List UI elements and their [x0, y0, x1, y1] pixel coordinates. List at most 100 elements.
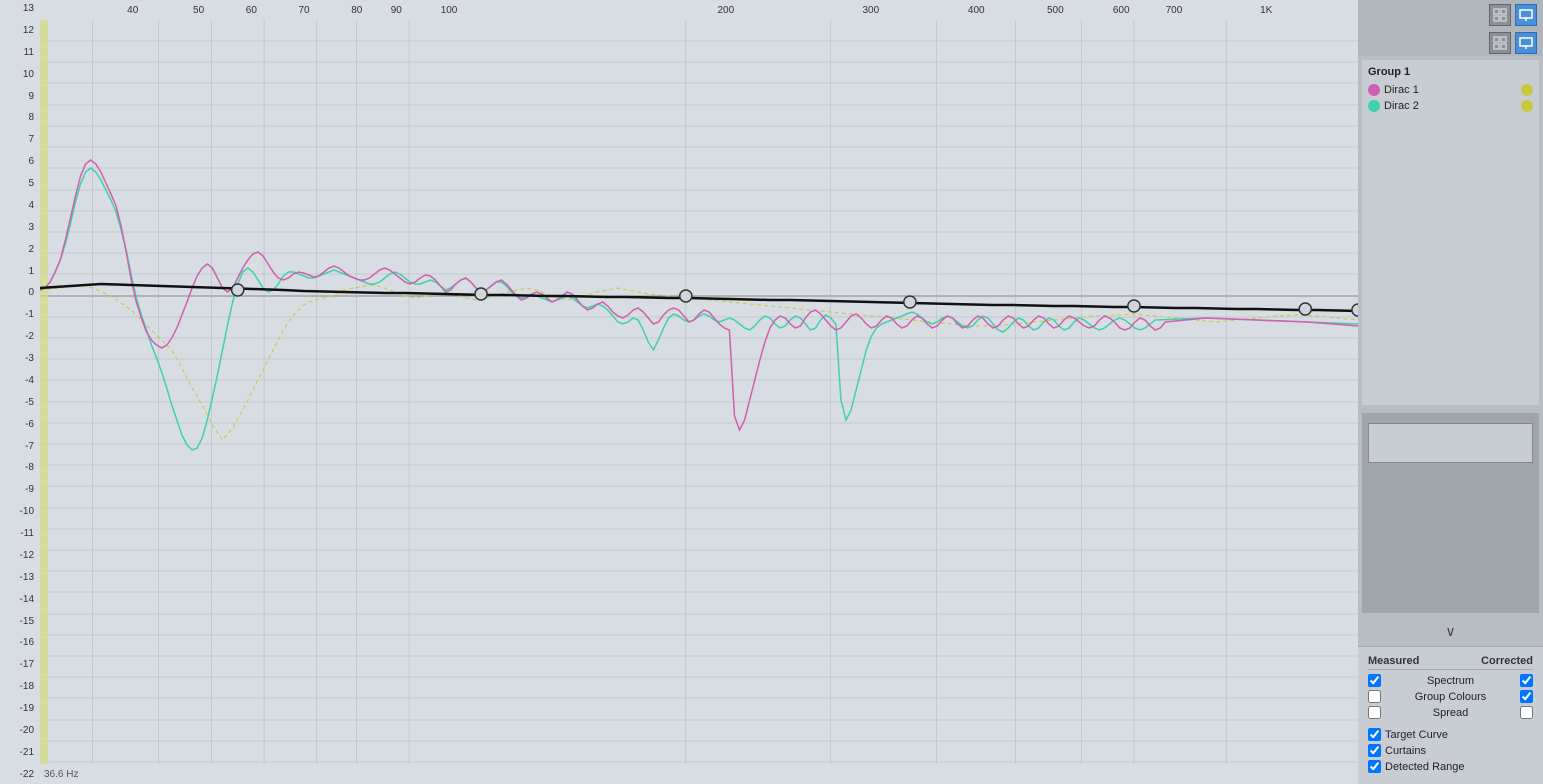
- target-node-6[interactable]: [1299, 303, 1311, 315]
- sidebar: Group 1 Dirac 1 Dirac 2 ∨ Measured Corre…: [1358, 0, 1543, 784]
- group-colours-row: Group Colours: [1368, 690, 1533, 703]
- group-colours-label: Group Colours: [1385, 691, 1516, 703]
- y-label: -6: [2, 420, 38, 430]
- y-label: -8: [2, 463, 38, 473]
- y-label: -1: [2, 310, 38, 320]
- spread-measured-checkbox[interactable]: [1368, 706, 1381, 719]
- y-label: -16: [2, 638, 38, 648]
- collapse-button[interactable]: ∨: [1358, 617, 1543, 646]
- y-label: 2: [2, 245, 38, 255]
- x-label-500: 500: [1047, 5, 1064, 16]
- y-label: 5: [2, 179, 38, 189]
- grid-icon: [1493, 8, 1507, 22]
- second-icon-btn-2[interactable]: [1515, 32, 1537, 54]
- y-label: 12: [2, 26, 38, 36]
- monitor-icon-2: [1519, 36, 1533, 50]
- x-label-50: 50: [193, 5, 204, 16]
- y-label: -12: [2, 551, 38, 561]
- y-label-zero: 0: [2, 288, 38, 298]
- x-label-60: 60: [246, 5, 257, 16]
- x-label-90: 90: [391, 5, 402, 16]
- y-label: -18: [2, 682, 38, 692]
- y-label: 4: [2, 201, 38, 211]
- y-label: -3: [2, 354, 38, 364]
- x-axis: 40 50 60 70 80 90 100 200 300 400 500 60…: [40, 0, 1358, 20]
- target-node-5[interactable]: [1128, 300, 1140, 312]
- curtains-row: Curtains: [1368, 744, 1533, 757]
- curtains-checkbox[interactable]: [1368, 744, 1381, 757]
- measured-label: Measured: [1368, 655, 1419, 667]
- y-axis: 13 12 11 10 9 8 7 6 5 4 3 2 1 0 -1 -2 -3…: [0, 0, 40, 784]
- grid-icon-2: [1493, 36, 1507, 50]
- bottom-panel: Measured Corrected Spectrum Group Colour…: [1358, 646, 1543, 784]
- group-colours-measured-checkbox[interactable]: [1368, 690, 1381, 703]
- spread-corrected-checkbox[interactable]: [1520, 706, 1533, 719]
- channel-end-dot-1: [1521, 84, 1533, 96]
- x-label-80: 80: [351, 5, 362, 16]
- detected-range-label: Detected Range: [1385, 761, 1533, 773]
- y-label: 13: [2, 4, 38, 14]
- x-label-300: 300: [862, 5, 879, 16]
- x-label-400: 400: [968, 5, 985, 16]
- y-label: -21: [2, 748, 38, 758]
- x-label-40: 40: [127, 5, 138, 16]
- spectrum-label: Spectrum: [1385, 675, 1516, 687]
- corrected-label: Corrected: [1481, 655, 1533, 667]
- frequency-chart[interactable]: [40, 20, 1358, 764]
- y-label: -4: [2, 376, 38, 386]
- group-title: Group 1: [1368, 66, 1533, 78]
- y-label: -15: [2, 617, 38, 627]
- spectrum-corrected-checkbox[interactable]: [1520, 674, 1533, 687]
- y-label: 7: [2, 135, 38, 145]
- x-label-100: 100: [441, 5, 458, 16]
- target-node-2[interactable]: [475, 288, 487, 300]
- channel-end-dot-2: [1521, 100, 1533, 112]
- channel-dot-teal: [1368, 100, 1380, 112]
- top-icon-bar: [1358, 0, 1543, 30]
- chart-area: 13 12 11 10 9 8 7 6 5 4 3 2 1 0 -1 -2 -3…: [0, 0, 1358, 784]
- y-label: -17: [2, 660, 38, 670]
- y-label: 3: [2, 223, 38, 233]
- curtains-label: Curtains: [1385, 745, 1533, 757]
- monitor-icon: [1519, 8, 1533, 22]
- y-label: 10: [2, 70, 38, 80]
- y-highlight: [40, 20, 48, 764]
- y-label: -22: [2, 770, 38, 780]
- x-label-600: 600: [1113, 5, 1130, 16]
- y-label: 11: [2, 48, 38, 58]
- spectrum-row: Spectrum: [1368, 674, 1533, 687]
- y-label: 9: [2, 92, 38, 102]
- target-node-1[interactable]: [232, 284, 244, 296]
- target-curve-row: Target Curve: [1368, 728, 1533, 741]
- x-label-1k: 1K: [1260, 5, 1272, 16]
- group-panel: Group 1 Dirac 1 Dirac 2: [1362, 60, 1539, 405]
- target-node-3[interactable]: [680, 290, 692, 302]
- second-icon-bar: [1358, 30, 1543, 56]
- target-curve-checkbox[interactable]: [1368, 728, 1381, 741]
- scrollbar-thumb[interactable]: [1368, 423, 1533, 463]
- spectrum-measured-checkbox[interactable]: [1368, 674, 1381, 687]
- y-label: -14: [2, 595, 38, 605]
- teal-curve: [40, 168, 1358, 450]
- detected-range-row: Detected Range: [1368, 760, 1533, 773]
- channel-label-1: Dirac 1: [1384, 84, 1517, 96]
- target-node-4[interactable]: [904, 296, 916, 308]
- channel-row-1: Dirac 1: [1368, 84, 1533, 96]
- top-icon-btn-1[interactable]: [1489, 4, 1511, 26]
- detected-range-checkbox[interactable]: [1368, 760, 1381, 773]
- x-label-70: 70: [298, 5, 309, 16]
- channel-label-2: Dirac 2: [1384, 100, 1517, 112]
- y-label: -20: [2, 726, 38, 736]
- y-label: -9: [2, 485, 38, 495]
- scrollbar-area[interactable]: [1362, 413, 1539, 613]
- target-curve-label: Target Curve: [1385, 729, 1533, 741]
- y-label: -19: [2, 704, 38, 714]
- y-label: -11: [2, 529, 38, 539]
- x-label-200: 200: [717, 5, 734, 16]
- y-label: -7: [2, 442, 38, 452]
- group-colours-corrected-checkbox[interactable]: [1520, 690, 1533, 703]
- top-icon-btn-2[interactable]: [1515, 4, 1537, 26]
- chevron-down-icon: ∨: [1445, 623, 1455, 640]
- second-icon-btn-1[interactable]: [1489, 32, 1511, 54]
- channel-row-2: Dirac 2: [1368, 100, 1533, 112]
